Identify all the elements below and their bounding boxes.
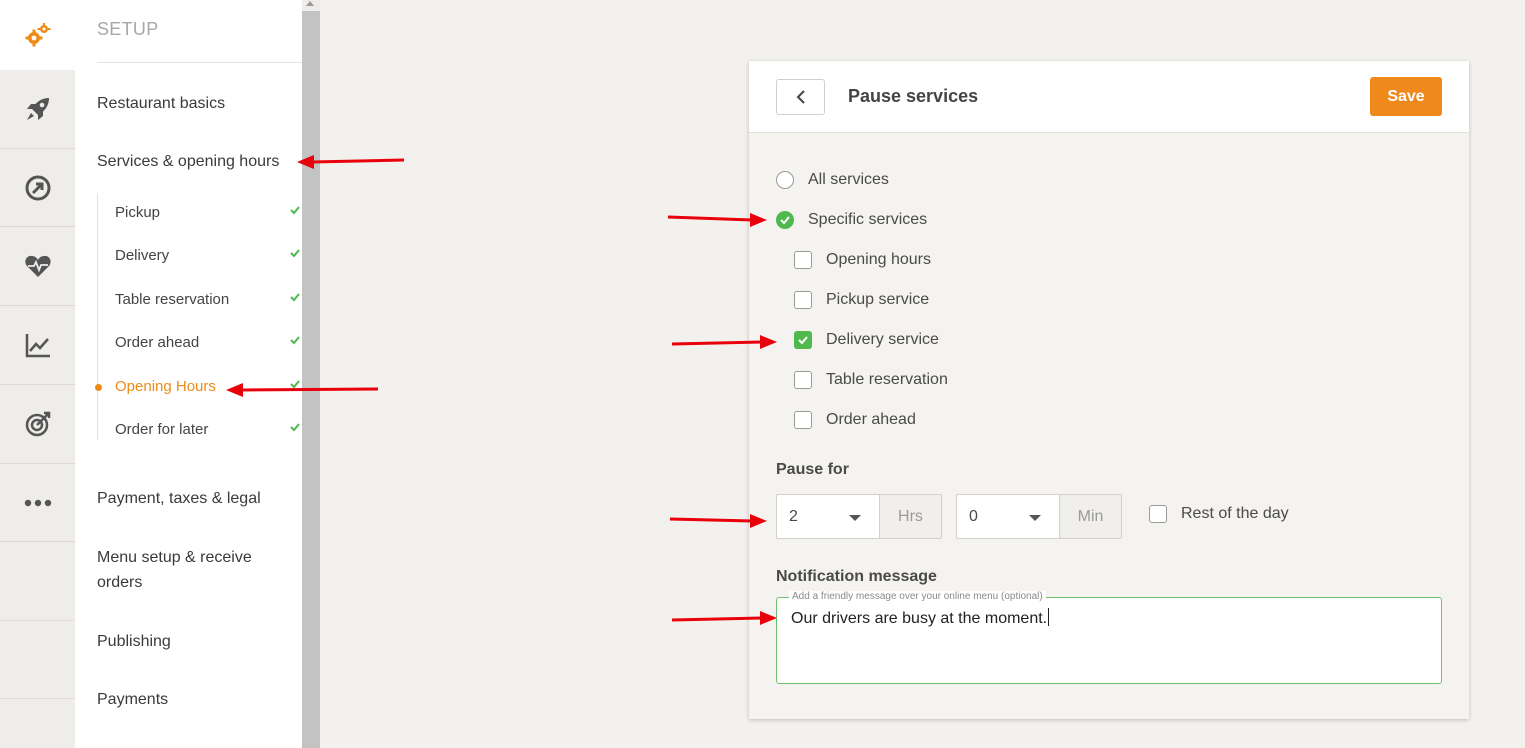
rail-divider	[0, 698, 75, 699]
notification-value: Our drivers are busy at the moment.	[791, 610, 1048, 627]
sub-item-label: Delivery	[115, 247, 170, 264]
check-icon	[290, 206, 300, 215]
minutes-select[interactable]: 0	[956, 494, 1060, 539]
back-button[interactable]	[776, 79, 825, 115]
rail-divider	[0, 620, 75, 621]
chevron-down-icon	[1029, 515, 1041, 521]
panel-title: Pause services	[848, 86, 979, 106]
rail-item-marketing[interactable]	[0, 149, 75, 227]
nav-item-payment-taxes-legal[interactable]: Payment, taxes & legal	[97, 486, 261, 511]
active-dot	[95, 384, 102, 391]
chevron-left-icon	[796, 90, 805, 104]
rail-item-more[interactable]	[0, 464, 75, 542]
scroll-up-arrow-icon[interactable]	[306, 1, 314, 6]
check-icon	[290, 423, 300, 432]
line-chart-icon	[25, 334, 50, 358]
check-icon	[290, 293, 300, 302]
hours-select[interactable]: 2	[776, 494, 880, 539]
radio-specific-services[interactable]: Specific services	[776, 211, 927, 229]
checkbox-table-reservation[interactable]: Table reservation	[794, 371, 948, 389]
notification-label: Notification message	[776, 568, 937, 585]
sub-item-label: Pickup	[115, 204, 161, 221]
sub-item-order-ahead[interactable]: Order ahead	[115, 333, 300, 353]
minutes-value: 0	[969, 508, 978, 525]
nav-divider	[97, 62, 302, 63]
sub-item-delivery[interactable]: Delivery	[115, 246, 300, 266]
hours-value: 2	[789, 508, 798, 525]
check-icon	[290, 336, 300, 345]
check-icon	[780, 216, 790, 225]
pause-services-panel: Pause services Save All services Specifi…	[749, 61, 1469, 719]
rocket-icon	[26, 98, 49, 120]
checkbox[interactable]	[794, 291, 812, 309]
target-icon	[25, 411, 50, 437]
hours-unit: Hrs	[880, 494, 942, 539]
heartbeat-icon	[24, 255, 51, 277]
checkbox-rest-of-day[interactable]: Rest of the day	[1149, 505, 1289, 523]
sub-item-opening-hours[interactable]: Opening Hours	[95, 377, 300, 397]
checkbox-label: Pickup service	[826, 291, 930, 308]
save-button[interactable]: Save	[1370, 77, 1442, 116]
gears-icon	[25, 23, 50, 47]
sub-item-pickup[interactable]: Pickup	[115, 203, 300, 223]
rail-item-launch[interactable]	[0, 70, 75, 149]
nav-item-menu-setup[interactable]: Menu setup & receive orders	[97, 545, 287, 595]
minutes-unit: Min	[1060, 494, 1122, 539]
notification-message-field[interactable]: Add a friendly message over your online …	[776, 591, 1442, 684]
radio-circle-selected[interactable]	[776, 211, 794, 229]
chevron-down-icon	[849, 515, 861, 521]
checkbox-label: Order ahead	[826, 411, 916, 428]
nav-item-restaurant-basics[interactable]: Restaurant basics	[97, 91, 225, 116]
checkbox[interactable]	[794, 251, 812, 269]
nav-item-payments[interactable]: Payments	[97, 687, 168, 712]
checkbox-order-ahead[interactable]: Order ahead	[794, 411, 916, 429]
checkbox-label: Table reservation	[826, 371, 948, 388]
nav-item-services-opening-hours[interactable]: Services & opening hours	[97, 149, 279, 174]
checkbox[interactable]	[794, 411, 812, 429]
sub-item-label: Opening Hours	[115, 378, 216, 395]
check-icon	[798, 336, 808, 345]
nav-title: SETUP	[97, 19, 159, 39]
radio-label: All services	[808, 171, 889, 188]
setup-nav: SETUP Restaurant basics Services & openi…	[75, 0, 302, 748]
checkbox-label: Rest of the day	[1181, 505, 1289, 522]
sub-item-label: Order ahead	[115, 334, 200, 351]
checkbox-label: Delivery service	[826, 331, 939, 348]
checkbox-delivery-service[interactable]: Delivery service	[794, 331, 939, 349]
growth-circle-icon	[25, 175, 50, 200]
radio-label: Specific services	[808, 211, 928, 228]
rail-item-health[interactable]	[0, 227, 75, 306]
nav-item-publishing[interactable]: Publishing	[97, 629, 171, 654]
more-dots-icon	[24, 499, 51, 506]
checkbox-checked[interactable]	[794, 331, 812, 349]
sub-item-label: Table reservation	[115, 291, 230, 308]
sub-item-table-reservation[interactable]: Table reservation	[115, 290, 300, 310]
rail-item-goals[interactable]	[0, 385, 75, 464]
nav-scrollbar-thumb[interactable]	[302, 11, 320, 748]
check-icon	[290, 249, 300, 258]
checkbox[interactable]	[1149, 505, 1167, 523]
checkbox-label: Opening hours	[826, 251, 931, 268]
text-cursor	[1048, 608, 1050, 626]
notification-hint: Add a friendly message over your online …	[789, 591, 1046, 603]
radio-all-services[interactable]: All services	[776, 171, 889, 189]
checkbox-pickup-service[interactable]: Pickup service	[794, 291, 929, 309]
check-icon	[290, 380, 300, 389]
sub-nav-line	[97, 193, 98, 440]
sub-item-order-for-later[interactable]: Order for later	[115, 420, 300, 440]
checkbox-opening-hours[interactable]: Opening hours	[794, 251, 931, 269]
notification-text: Our drivers are busy at the moment.	[791, 608, 1050, 628]
radio-circle[interactable]	[776, 171, 794, 189]
checkbox[interactable]	[794, 371, 812, 389]
rail-item-reports[interactable]	[0, 306, 75, 385]
pause-for-label: Pause for	[776, 461, 849, 478]
icon-rail	[0, 0, 75, 748]
panel-header: Pause services Save	[749, 61, 1469, 133]
rail-item-setup[interactable]	[0, 0, 75, 70]
sub-item-label: Order for later	[115, 421, 209, 438]
